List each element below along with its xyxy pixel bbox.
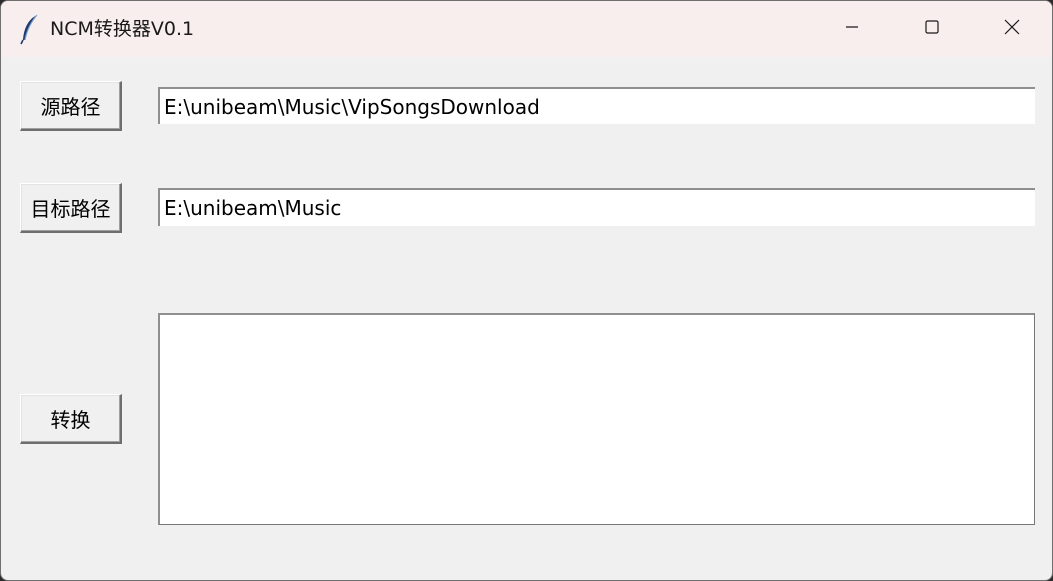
title-bar[interactable]: NCM转换器V0.1 <box>1 1 1052 57</box>
window-title: NCM转换器V0.1 <box>50 18 195 40</box>
close-button[interactable] <box>972 1 1052 57</box>
feather-icon <box>19 13 41 45</box>
target-path-button[interactable]: 目标路径 <box>20 183 122 233</box>
minimize-button[interactable] <box>812 1 892 57</box>
close-icon <box>1003 18 1021 40</box>
target-path-input[interactable] <box>158 188 1035 226</box>
minimize-icon <box>844 19 860 39</box>
maximize-button[interactable] <box>892 1 972 57</box>
source-path-input[interactable] <box>158 87 1035 124</box>
output-log-textarea[interactable] <box>158 313 1035 525</box>
source-path-button[interactable]: 源路径 <box>20 81 122 131</box>
app-window: NCM转换器V0.1 源路径 目标路径 转换 <box>0 0 1053 581</box>
convert-button[interactable]: 转换 <box>20 394 122 444</box>
maximize-icon <box>924 19 940 39</box>
